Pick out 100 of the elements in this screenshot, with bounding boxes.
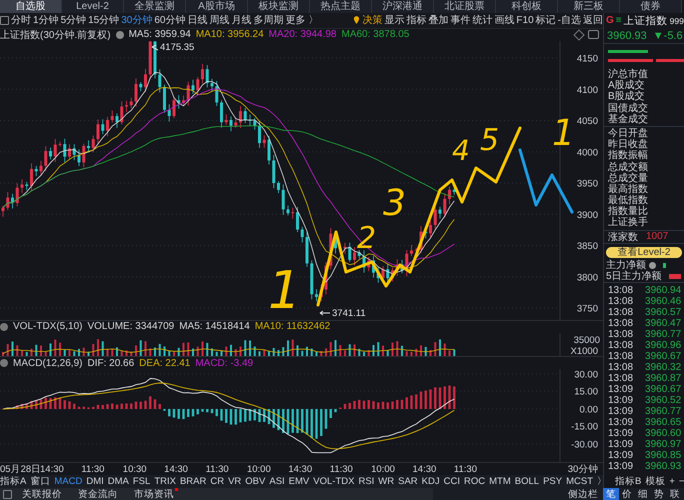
indicator-value: MA5: 3959.94: [128, 29, 191, 40]
bottom-tab[interactable]: 关联报价: [16, 488, 68, 500]
indicator-tab[interactable]: DMI: [86, 476, 104, 487]
tab[interactable]: 科创板: [496, 0, 558, 13]
indicator-tab[interactable]: FSL: [132, 476, 150, 487]
tick-price: 3960.77: [645, 328, 682, 340]
chart-title: 上证指数(30分钟.前复权): [0, 28, 111, 42]
tick-price: 3960.32: [645, 362, 682, 373]
indicator-tab[interactable]: BOLL: [514, 476, 540, 487]
more-button[interactable]: 〉: [597, 475, 607, 488]
tab[interactable]: 新三板: [558, 0, 620, 13]
tab[interactable]: A股市场: [186, 0, 248, 13]
toolbar-button[interactable]: F10: [516, 14, 534, 26]
tick-time: 13:08: [608, 284, 634, 296]
sidebar-button[interactable]: 侧边栏: [567, 488, 599, 500]
indicator-tab[interactable]: MACD: [54, 476, 82, 487]
indicator-tab[interactable]: CR: [210, 476, 224, 487]
square-icon[interactable]: [0, 16, 9, 25]
period-label: 30分钟: [566, 462, 600, 476]
indicator-tab[interactable]: ROC: [464, 476, 486, 487]
tick-price: 3960.85: [645, 450, 682, 461]
indicator-value: VOLUME: 3344709: [87, 321, 174, 332]
indicator-value: DEA: 22.41: [139, 358, 190, 369]
indicator-tab[interactable]: EMV: [288, 476, 310, 487]
menu-icon[interactable]: ≡: [616, 15, 622, 26]
indicator-tab[interactable]: VR: [228, 476, 242, 487]
period-tab[interactable]: 60分钟: [154, 13, 186, 28]
stat-label: 总成交量: [608, 172, 649, 184]
detail-tab[interactable]: 细: [635, 488, 651, 500]
indicator-tab[interactable]: MCST: [566, 476, 593, 487]
indicator-tab[interactable]: MTM: [489, 476, 511, 487]
square-icon[interactable]: [3, 490, 12, 498]
indicator-tab[interactable]: 指标B: [615, 475, 642, 488]
tab[interactable]: 债券: [620, 0, 682, 13]
indicator-tab[interactable]: PSY: [543, 476, 562, 487]
tab[interactable]: 板块监测: [248, 0, 310, 13]
tab[interactable]: 沪深港通: [372, 0, 434, 13]
axis-label: 3750: [576, 303, 598, 314]
indicator-tab[interactable]: OBV: [245, 476, 266, 487]
handwritten-number: 1: [268, 261, 302, 321]
period-tab[interactable]: 月线: [232, 13, 252, 28]
bottom-tab[interactable]: 市场资讯: [128, 488, 180, 500]
toolbar-button[interactable]: 标记: [536, 13, 556, 28]
tab[interactable]: 热点主题: [310, 0, 372, 13]
tab[interactable]: 自选股: [0, 0, 62, 13]
toolbar-button[interactable]: 显示: [384, 13, 404, 28]
toolbar-button[interactable]: -自选: [558, 13, 581, 28]
indicator-tab[interactable]: CCI: [444, 476, 460, 487]
axis-label: 4150: [576, 53, 598, 64]
bottom-tab[interactable]: 资金流向: [72, 488, 124, 500]
leader-line: [320, 310, 330, 316]
indicator-tab[interactable]: SAR: [398, 476, 418, 487]
period-tab[interactable]: 30分钟: [121, 13, 152, 28]
period-tab[interactable]: 1分钟: [33, 13, 59, 28]
toolbar-button[interactable]: 事件: [450, 13, 470, 28]
period-tab[interactable]: 15分钟: [88, 13, 120, 28]
indicator-tab[interactable]: DMA: [108, 476, 129, 487]
indicator-tab[interactable]: VOL-TDX: [313, 476, 354, 487]
indicator-tab[interactable]: KDJ: [422, 476, 440, 487]
period-tab[interactable]: 日线: [188, 13, 208, 28]
toolbar-button[interactable]: 返回: [583, 13, 603, 28]
toolbar-button[interactable]: 统计: [472, 13, 492, 28]
period-tab[interactable]: 5分钟: [60, 13, 86, 28]
indicator-tab[interactable]: ASI: [269, 476, 285, 487]
detail-tab[interactable]: 联: [667, 488, 683, 500]
period-tab[interactable]: 周线: [210, 13, 230, 28]
period-tab[interactable]: 多周期: [254, 13, 284, 28]
decision-button[interactable]: 决策: [353, 13, 382, 28]
indicator-tab[interactable]: BRAR: [180, 476, 206, 487]
tab[interactable]: 全景监测: [124, 0, 186, 13]
index-code: 999: [670, 16, 684, 26]
axis-label: 11:30: [206, 464, 230, 474]
period-tab[interactable]: 更多 〉: [286, 13, 318, 28]
indicator-tab[interactable]: RSI: [358, 476, 374, 487]
indicator-title: VOL-TDX(5,10): [13, 321, 82, 332]
zoom-button[interactable]: −: [678, 476, 684, 487]
toolbar-button[interactable]: 画线: [494, 13, 514, 28]
indicator-value: MACD: -3.49: [195, 358, 254, 369]
indicator-value: MA10: 3956.24: [196, 29, 264, 40]
window-icon[interactable]: [588, 30, 599, 40]
level2-button[interactable]: 查看Level-2: [606, 246, 682, 258]
indicator-tab[interactable]: TRIX: [154, 476, 176, 487]
pin-icon: [353, 16, 360, 25]
tick-price: 3960.52: [645, 394, 682, 406]
tick-time: 13:09: [608, 438, 634, 450]
indicator-tab[interactable]: 窗口: [30, 475, 50, 488]
detail-tab[interactable]: 笔: [603, 488, 619, 500]
indicator-value: MA10: 11632462: [254, 321, 330, 332]
detail-tab[interactable]: 价: [619, 488, 635, 500]
detail-tab[interactable]: 势: [651, 488, 667, 500]
period-tab[interactable]: 分时: [11, 13, 31, 28]
indicator-tab[interactable]: WR: [378, 476, 394, 487]
toolbar-button[interactable]: 叠加: [428, 13, 448, 28]
indicator-tab[interactable]: 指标A: [0, 475, 26, 488]
tab[interactable]: Level-2: [62, 0, 124, 13]
toolbar-button[interactable]: 指标: [406, 13, 426, 28]
zoom-button[interactable]: +: [669, 476, 675, 487]
tab[interactable]: 北证股票: [434, 0, 496, 13]
indicator-tab[interactable]: 模板: [645, 475, 666, 488]
tick-time: 13:08: [608, 318, 634, 329]
